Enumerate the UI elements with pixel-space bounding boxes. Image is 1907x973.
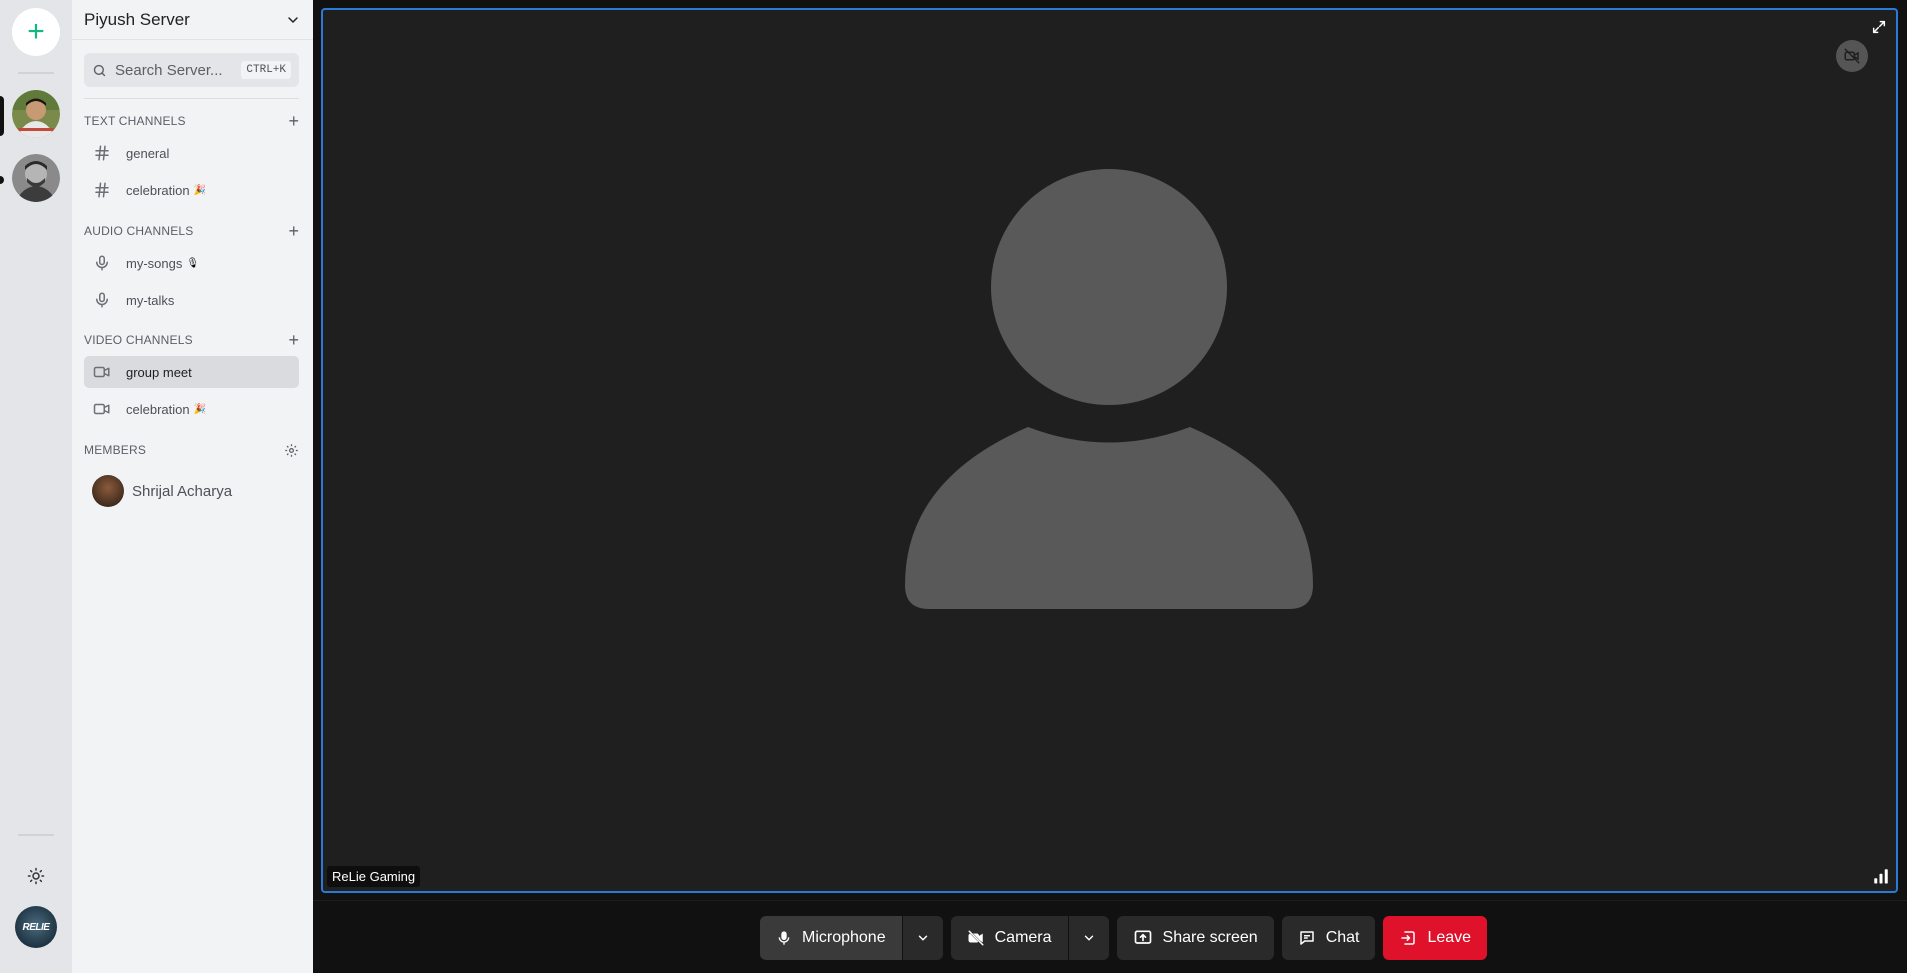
add-server-button[interactable]: + <box>12 8 60 56</box>
members-header: MEMBERS <box>84 441 299 459</box>
channel-name: my-songs <box>126 255 183 271</box>
sun-icon <box>27 867 45 885</box>
microphone-control: Microphone <box>760 916 943 960</box>
chat-icon <box>1298 929 1316 947</box>
search-label: Search Server... <box>115 61 223 79</box>
rail-divider <box>18 834 54 836</box>
search-button[interactable]: Search Server... CTRL+K <box>84 53 299 87</box>
share-screen-label: Share screen <box>1162 929 1258 946</box>
microphone-icon <box>92 290 112 310</box>
server-avatar-image <box>12 90 60 138</box>
microphone-icon <box>92 253 112 273</box>
leave-icon <box>1399 929 1417 947</box>
camera-control: Camera <box>950 916 1109 960</box>
participant-name: ReLie Gaming <box>327 866 421 887</box>
camera-label: Camera <box>994 929 1052 946</box>
channel-group-meet[interactable]: group meet <box>84 356 299 388</box>
video-channels-header: VIDEO CHANNELS + <box>84 331 299 349</box>
server-avatar-piyush[interactable] <box>12 90 60 138</box>
camera-off-indicator <box>1836 40 1868 72</box>
channel-name: celebration <box>126 182 190 198</box>
avatar-placeholder-icon <box>905 169 1313 609</box>
gear-icon[interactable] <box>284 443 299 458</box>
channel-name: general <box>126 145 170 161</box>
mic-emoji: 🎙 <box>186 257 200 269</box>
expand-icon <box>1872 20 1886 34</box>
user-avatar[interactable]: RELIE <box>15 906 57 948</box>
control-bar: Microphone Camera Share screen Chat Leav… <box>313 900 1907 973</box>
microphone-options-button[interactable] <box>902 916 943 960</box>
camera-off-icon <box>1844 48 1860 64</box>
party-emoji: 🎉 <box>193 403 207 415</box>
channel-name: celebration <box>126 401 190 417</box>
active-server-indicator <box>0 96 4 136</box>
camera-off-icon <box>967 929 985 947</box>
channel-sidebar: Piyush Server Search Server... CTRL+K TE… <box>72 0 313 973</box>
camera-button[interactable]: Camera <box>950 916 1068 960</box>
section-title-text: MEMBERS <box>84 443 147 457</box>
channel-celebration[interactable]: celebration 🎉 <box>84 174 299 206</box>
hash-icon <box>92 143 112 163</box>
video-camera-icon <box>92 362 112 382</box>
user-avatar-text: RELIE <box>22 921 50 933</box>
member-item[interactable]: Shrijal Acharya <box>92 474 232 508</box>
camera-options-button[interactable] <box>1068 916 1109 960</box>
section-title-text: AUDIO CHANNELS <box>84 224 194 238</box>
audio-channels-header: AUDIO CHANNELS + <box>84 222 299 240</box>
share-screen-icon <box>1133 928 1153 948</box>
hash-icon <box>92 180 112 200</box>
channel-my-talks[interactable]: my-talks <box>84 284 299 316</box>
rail-divider <box>18 72 54 74</box>
server-header[interactable]: Piyush Server <box>72 0 313 40</box>
search-icon <box>93 64 106 76</box>
video-camera-icon <box>92 399 112 419</box>
section-title-text: VIDEO CHANNELS <box>84 333 193 347</box>
member-avatar <box>92 475 124 507</box>
server-avatar-image <box>12 154 60 202</box>
microphone-icon <box>776 930 792 946</box>
chevron-down-icon <box>918 935 927 941</box>
microphone-button[interactable]: Microphone <box>760 916 902 960</box>
channel-my-songs[interactable]: my-songs 🎙 <box>84 247 299 279</box>
add-audio-channel-icon[interactable]: + <box>288 222 299 240</box>
fullscreen-button[interactable] <box>1868 16 1890 38</box>
add-video-channel-icon[interactable]: + <box>288 331 299 349</box>
search-shortcut: CTRL+K <box>241 61 291 79</box>
chevron-down-icon <box>1084 935 1093 941</box>
sidebar-divider <box>84 98 299 99</box>
control-bar-buttons: Microphone Camera Share screen Chat Leav… <box>760 916 1488 960</box>
member-name: Shrijal Acharya <box>132 482 233 500</box>
share-screen-button[interactable]: Share screen <box>1116 916 1274 960</box>
server-avatar-second[interactable] <box>12 154 60 202</box>
channel-name: group meet <box>126 364 192 380</box>
unread-indicator <box>0 176 4 184</box>
section-title-text: TEXT CHANNELS <box>84 114 186 128</box>
plus-icon: + <box>27 15 45 48</box>
chat-button[interactable]: Chat <box>1281 916 1376 960</box>
leave-label: Leave <box>1427 929 1472 946</box>
theme-toggle-button[interactable] <box>20 860 52 892</box>
chat-label: Chat <box>1325 929 1360 946</box>
microphone-label: Microphone <box>802 929 886 946</box>
video-stage: ReLie Gaming Microphone Camera Share scr… <box>313 0 1907 973</box>
connection-quality-icon <box>1874 869 1888 884</box>
participant-tile[interactable]: ReLie Gaming <box>321 8 1898 893</box>
text-channels-header: TEXT CHANNELS + <box>84 112 299 130</box>
add-text-channel-icon[interactable]: + <box>288 112 299 130</box>
channel-video-celebration[interactable]: celebration 🎉 <box>84 393 299 425</box>
server-name: Piyush Server <box>84 9 190 29</box>
party-emoji: 🎉 <box>193 184 207 196</box>
server-rail: + RELIE <box>0 0 72 973</box>
channel-name: my-talks <box>126 292 175 308</box>
chevron-down-icon <box>288 16 298 23</box>
leave-button[interactable]: Leave <box>1383 916 1488 960</box>
channel-general[interactable]: general <box>84 137 299 169</box>
